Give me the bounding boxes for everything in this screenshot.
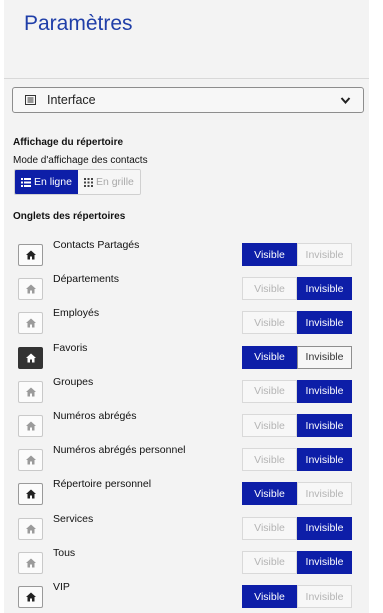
- set-default-tab-button[interactable]: [18, 449, 43, 472]
- section-select[interactable]: Interface: [12, 87, 364, 113]
- tab-row-label: Départements: [53, 273, 119, 286]
- visible-button[interactable]: Visible: [242, 585, 297, 608]
- tab-row: Numéros abrégés personnel Visible Invisibl…: [18, 444, 352, 474]
- tab-row-label: Groupes: [53, 375, 94, 388]
- visible-button[interactable]: Visible: [242, 448, 297, 472]
- tab-row: Favoris Visible Invisible: [18, 341, 352, 372]
- home-icon: [26, 387, 36, 397]
- list-icon: [21, 177, 31, 187]
- set-default-tab-button[interactable]: [18, 346, 43, 369]
- set-default-tab-button[interactable]: [18, 517, 43, 540]
- visibility-toggle: Visible Invisible: [242, 482, 352, 506]
- display-mode-label: Mode d'affichage des contacts: [13, 155, 148, 166]
- home-icon: [26, 489, 36, 499]
- tab-row-label: Services: [53, 512, 94, 525]
- mode-list-option[interactable]: En ligne: [15, 170, 78, 194]
- set-default-tab-button[interactable]: [18, 380, 43, 403]
- visible-button[interactable]: Visible: [242, 345, 297, 369]
- set-default-tab-button[interactable]: [18, 244, 43, 266]
- visible-button[interactable]: Visible: [242, 311, 297, 335]
- page-title: Paramètres: [24, 12, 133, 35]
- visible-button[interactable]: Visible: [242, 482, 297, 506]
- visibility-toggle: Visible Invisible: [242, 448, 352, 472]
- visibility-toggle: Visible Invisible: [242, 585, 352, 608]
- set-default-tab-button[interactable]: [18, 586, 43, 608]
- invisible-button[interactable]: Invisible: [297, 311, 352, 335]
- invisible-button[interactable]: Invisible: [297, 414, 352, 437]
- display-mode-toggle: En ligne En grille: [14, 169, 141, 195]
- directory-display-title: Affichage du répertoire: [13, 137, 124, 148]
- invisible-button[interactable]: Invisible: [297, 516, 352, 540]
- tab-row: Groupes Visible Invisible: [18, 375, 352, 406]
- tab-row-label: Favoris: [53, 341, 88, 354]
- home-icon: [26, 421, 36, 431]
- visibility-toggle: Visible Invisible: [242, 550, 352, 574]
- tab-row: Répertoire personnel Visible Invisible: [18, 478, 352, 508]
- chevron-down-icon: [340, 97, 351, 105]
- visibility-toggle: Visible Invisible: [242, 345, 352, 369]
- invisible-button[interactable]: Invisible: [297, 550, 352, 574]
- settings-panel: Paramètres Interface Affichage du répert…: [4, 0, 369, 613]
- grid-icon: [83, 177, 93, 187]
- visibility-toggle: Visible Invisible: [242, 516, 352, 540]
- tab-row: Contacts Partagés Visible Invisible: [18, 239, 352, 269]
- tab-row: Employés Visible Invisible: [18, 307, 352, 337]
- visible-button[interactable]: Visible: [242, 414, 297, 437]
- mode-list-label: En ligne: [34, 176, 72, 188]
- home-icon: [26, 524, 36, 534]
- home-icon: [26, 250, 36, 260]
- tab-row-label: Numéros abrégés personnel: [53, 444, 186, 457]
- invisible-button[interactable]: Invisible: [297, 345, 352, 369]
- invisible-button[interactable]: Invisible: [297, 585, 352, 608]
- section-select-value: Interface: [47, 93, 96, 107]
- tab-row-label: Contacts Partagés: [53, 239, 140, 251]
- invisible-button[interactable]: Invisible: [297, 482, 352, 506]
- home-icon: [26, 592, 36, 602]
- invisible-button[interactable]: Invisible: [297, 277, 352, 301]
- home-icon: [26, 318, 36, 328]
- invisible-button[interactable]: Invisible: [297, 448, 352, 472]
- tab-row-label: VIP: [53, 581, 70, 593]
- visible-button[interactable]: Visible: [242, 243, 297, 266]
- visibility-toggle: Visible Invisible: [242, 277, 352, 301]
- visible-button[interactable]: Visible: [242, 516, 297, 540]
- visibility-toggle: Visible Invisible: [242, 243, 352, 266]
- tab-row: Services Visible Invisible: [18, 512, 352, 543]
- set-default-tab-button[interactable]: [18, 278, 43, 301]
- mode-grid-option[interactable]: En grille: [77, 170, 140, 194]
- set-default-tab-button[interactable]: [18, 551, 43, 574]
- home-icon: [26, 558, 36, 568]
- invisible-button[interactable]: Invisible: [297, 379, 352, 403]
- directory-tabs-title: Onglets des répertoires: [13, 211, 126, 222]
- visible-button[interactable]: Visible: [242, 379, 297, 403]
- visible-button[interactable]: Visible: [242, 277, 297, 301]
- home-icon: [26, 284, 36, 294]
- home-icon: [26, 353, 36, 363]
- set-default-tab-button[interactable]: [18, 483, 43, 506]
- set-default-tab-button[interactable]: [18, 312, 43, 335]
- invisible-button[interactable]: Invisible: [297, 243, 352, 266]
- tab-row: Tous Visible Invisible: [18, 546, 352, 577]
- tab-row-label: Tous: [53, 546, 76, 559]
- tab-row-label: Répertoire personnel: [53, 478, 152, 491]
- mode-grid-label: En grille: [95, 176, 134, 188]
- tab-row: VIP Visible Invisible: [18, 581, 352, 611]
- tab-row-label: Employés: [53, 307, 100, 320]
- set-default-tab-button[interactable]: [18, 415, 43, 437]
- tab-row-label: Numéros abrégés: [53, 410, 137, 422]
- home-icon: [26, 455, 36, 465]
- list-icon: [25, 95, 36, 105]
- visibility-toggle: Visible Invisible: [242, 414, 352, 437]
- tab-row: Numéros abrégés Visible Invisible: [18, 410, 352, 440]
- visibility-toggle: Visible Invisible: [242, 379, 352, 403]
- visibility-toggle: Visible Invisible: [242, 311, 352, 335]
- visible-button[interactable]: Visible: [242, 550, 297, 574]
- tab-row: Départements Visible Invisible: [18, 273, 352, 303]
